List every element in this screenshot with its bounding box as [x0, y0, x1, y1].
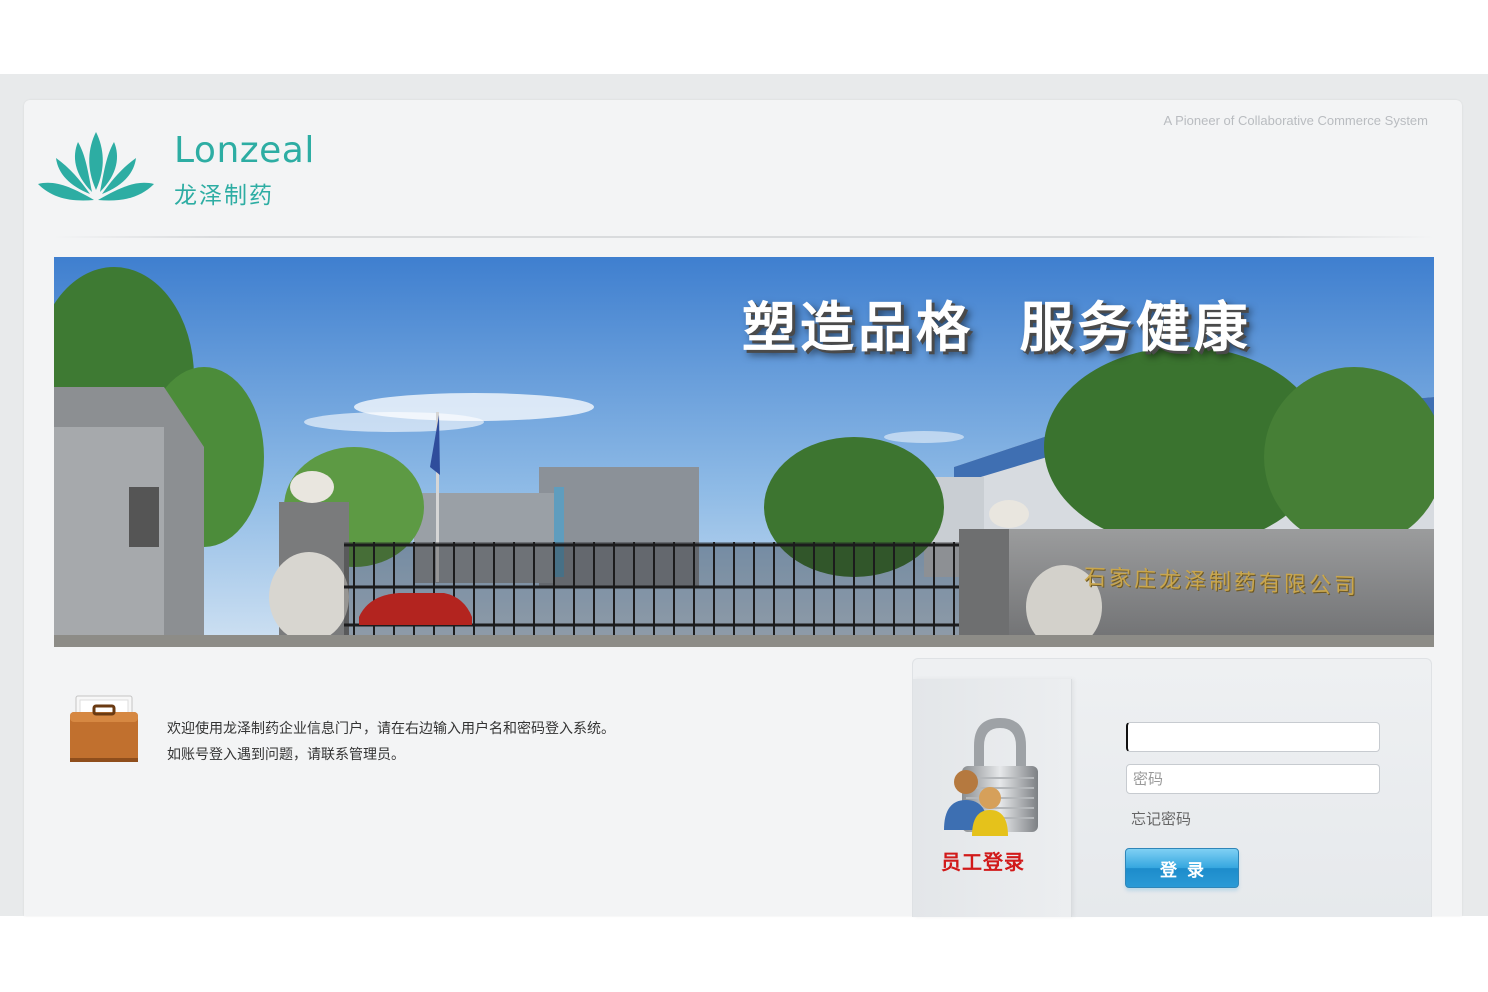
header-divider: [54, 236, 1434, 238]
welcome-message: 欢迎使用龙泽制药企业信息门户，请在右边输入用户名和密码登入系统。 如账号登入遇到…: [167, 716, 615, 768]
forgot-password-link[interactable]: 忘记密码: [1131, 808, 1191, 829]
welcome-line-2: 如账号登入遇到问题，请联系管理员。: [167, 747, 405, 763]
login-button[interactable]: 登录: [1125, 848, 1239, 888]
username-input[interactable]: [1126, 722, 1380, 752]
header-tagline: A Pioneer of Collaborative Commerce Syst…: [1163, 113, 1428, 128]
banner-slogan: 塑造品格 服务健康: [742, 296, 1252, 359]
welcome-line-1: 欢迎使用龙泽制药企业信息门户，请在右边输入用户名和密码登入系统。: [167, 721, 615, 737]
brand-name-chinese: 龙泽制药: [174, 183, 274, 209]
lotus-logo-icon: [38, 132, 154, 201]
brand-name-english: Lonzeal: [174, 130, 315, 171]
login-title: 员工登录: [941, 850, 1025, 874]
password-input[interactable]: [1126, 764, 1380, 794]
padlock-users-icon: [944, 718, 1038, 836]
hero-banner: 塑造品格 服务健康 石家庄龙泽制药有限公司: [54, 257, 1434, 647]
briefcase-icon: [70, 695, 138, 762]
